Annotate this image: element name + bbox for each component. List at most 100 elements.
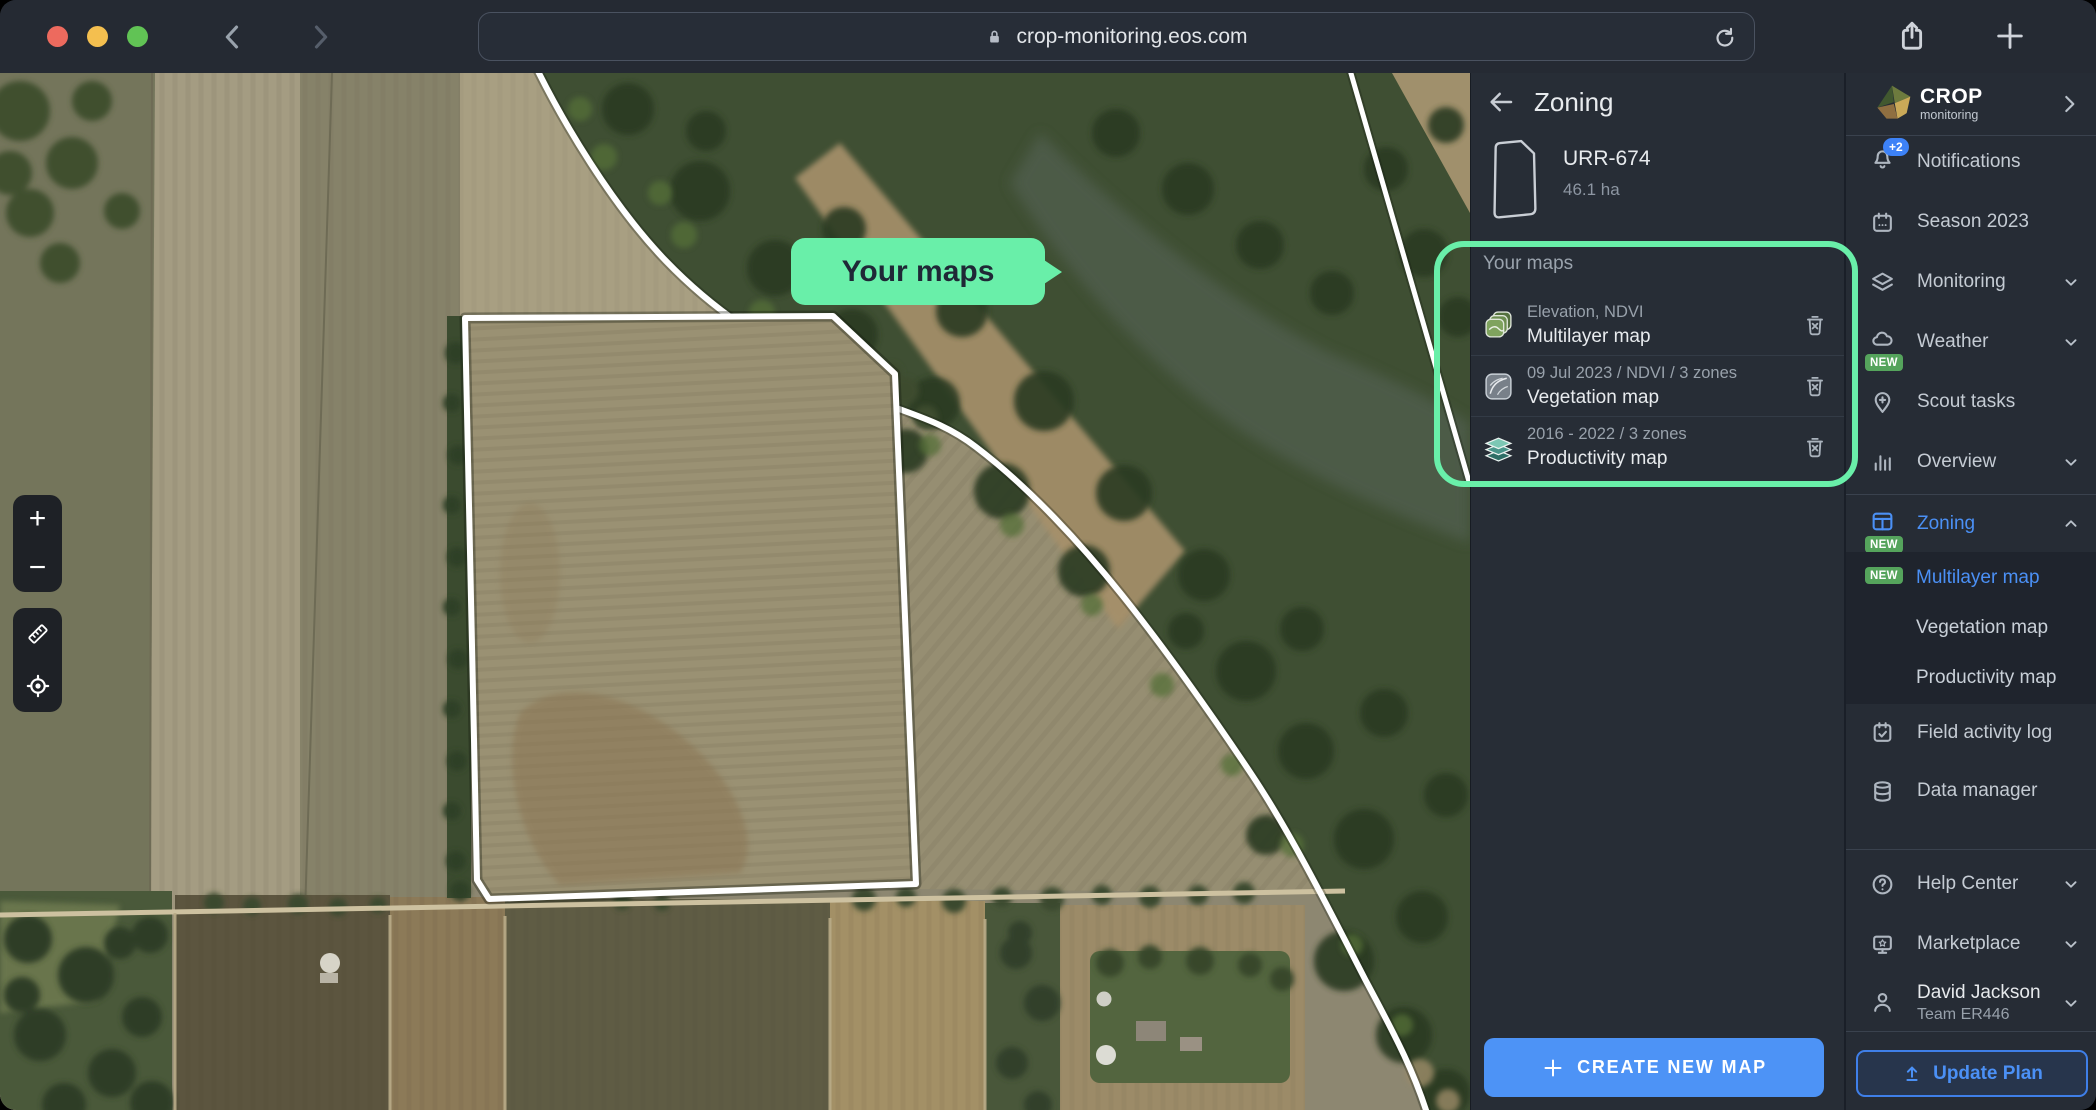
calendar-icon — [1870, 210, 1895, 235]
logo-subtitle: monitoring — [1920, 109, 1983, 122]
submenu-item-productivity-map[interactable]: Productivity map — [1846, 653, 2096, 703]
delete-map-icon[interactable] — [1802, 312, 1828, 338]
sidebar-item-field-activity-log[interactable]: Field activity log — [1846, 704, 2096, 761]
map-item-subtitle: Elevation, NDVI — [1527, 303, 1651, 322]
zoning-submenu: NEW Multilayer map Vegetation map Produc… — [1846, 552, 2096, 704]
your-maps-list: Elevation, NDVI Multilayer map 09 Jul 20… — [1471, 295, 1844, 478]
forward-icon[interactable] — [303, 20, 337, 54]
multilayer-map-icon — [1483, 310, 1514, 341]
zoning-grid-icon — [1870, 509, 1895, 534]
submenu-item-multilayer-map[interactable]: NEW Multilayer map — [1846, 553, 2096, 603]
user-team: Team ER446 — [1917, 1007, 2041, 1023]
satellite-imagery — [0, 73, 1470, 1110]
map-item-subtitle: 09 Jul 2023 / NDVI / 3 zones — [1527, 364, 1737, 383]
cloud-icon — [1870, 327, 1895, 352]
logo-title: CROP — [1920, 86, 1983, 107]
sidebar-item-data-manager[interactable]: Data manager — [1846, 761, 2096, 821]
field-area: 46.1 ha — [1563, 180, 1651, 200]
callout-text: Your maps — [842, 255, 995, 289]
layers-icon — [1870, 270, 1895, 295]
chevron-down-icon — [2060, 451, 2082, 473]
new-badge: NEW — [1865, 567, 1903, 584]
browser-window: crop-monitoring.eos.com — [0, 0, 2096, 1110]
share-icon[interactable] — [1895, 19, 1929, 53]
marketplace-monitor-icon — [1870, 932, 1895, 957]
chevron-down-icon — [2060, 992, 2082, 1014]
field-boundary[interactable] — [465, 316, 916, 899]
main-sidebar: CROP monitoring +2 Notifications Season … — [1844, 73, 2096, 1110]
your-maps-callout: Your maps — [791, 238, 1045, 305]
your-maps-section-label: Your maps — [1483, 253, 1573, 275]
notification-count-badge: +2 — [1883, 138, 1909, 156]
map-list-item-productivity[interactable]: 2016 - 2022 / 3 zones Productivity map — [1471, 417, 1844, 478]
sidebar-item-weather[interactable]: NEW Weather — [1846, 312, 2096, 372]
field-name: URR-674 — [1563, 147, 1651, 171]
map-item-title: Productivity map — [1527, 448, 1687, 470]
vegetation-map-icon — [1483, 371, 1514, 402]
person-icon — [1870, 990, 1895, 1015]
map-item-subtitle: 2016 - 2022 / 3 zones — [1527, 425, 1687, 444]
help-circle-icon — [1870, 872, 1895, 897]
new-badge: NEW — [1865, 536, 1903, 553]
bar-chart-icon — [1870, 450, 1895, 475]
back-arrow-icon[interactable] — [1486, 87, 1516, 117]
measure-ruler-button[interactable] — [13, 611, 62, 657]
zoom-in-button[interactable]: + — [13, 496, 62, 542]
chevron-up-icon — [2060, 513, 2082, 535]
crop-monitoring-logo-icon — [1870, 82, 1914, 126]
productivity-map-icon — [1483, 432, 1514, 463]
panel-title: Zoning — [1534, 87, 1614, 118]
sidebar-item-zoning[interactable]: NEW Zoning — [1846, 496, 2096, 552]
farmstead — [1090, 945, 1294, 1083]
reload-icon[interactable] — [1712, 24, 1738, 50]
sidebar-item-marketplace[interactable]: Marketplace — [1846, 914, 2096, 974]
zoning-panel: Zoning URR-674 46.1 ha Your maps — [1470, 73, 1844, 1110]
new-badge: NEW — [1865, 354, 1903, 371]
map-list-item-multilayer[interactable]: Elevation, NDVI Multilayer map — [1471, 295, 1844, 356]
delete-map-icon[interactable] — [1802, 373, 1828, 399]
sidebar-item-help-center[interactable]: Help Center — [1846, 854, 2096, 914]
chevron-down-icon — [2060, 933, 2082, 955]
satellite-map[interactable]: + − — [0, 73, 1470, 1110]
minimize-window-button[interactable] — [87, 26, 108, 47]
app-logo[interactable]: CROP monitoring — [1846, 73, 2096, 135]
locate-me-button[interactable] — [13, 663, 62, 709]
plus-icon — [1541, 1056, 1565, 1080]
clipboard-check-icon — [1870, 720, 1895, 745]
close-window-button[interactable] — [47, 26, 68, 47]
submenu-item-vegetation-map[interactable]: Vegetation map — [1846, 603, 2096, 653]
chevron-down-icon — [2060, 331, 2082, 353]
zoom-controls: + − — [13, 495, 62, 592]
maximize-window-button[interactable] — [127, 26, 148, 47]
chevron-down-icon — [2060, 873, 2082, 895]
map-item-title: Multilayer map — [1527, 326, 1651, 348]
user-name: David Jackson — [1917, 982, 2041, 1005]
chevron-down-icon — [2060, 271, 2082, 293]
update-plan-button[interactable]: Update Plan — [1856, 1050, 2088, 1097]
create-new-map-button[interactable]: CREATE NEW MAP — [1484, 1038, 1824, 1097]
sidebar-item-scout-tasks[interactable]: Scout tasks — [1846, 372, 2096, 432]
ruler-icon — [25, 621, 51, 647]
field-card[interactable]: URR-674 46.1 ha — [1483, 137, 1832, 233]
sidebar-item-user-account[interactable]: David Jackson Team ER446 — [1846, 974, 2096, 1031]
database-icon — [1870, 779, 1895, 804]
back-icon[interactable] — [216, 20, 250, 54]
delete-map-icon[interactable] — [1802, 434, 1828, 460]
map-item-title: Vegetation map — [1527, 387, 1737, 409]
sidebar-item-notifications[interactable]: +2 Notifications — [1846, 132, 2096, 192]
map-list-item-vegetation[interactable]: 09 Jul 2023 / NDVI / 3 zones Vegetation … — [1471, 356, 1844, 417]
field-shape-icon — [1483, 137, 1543, 221]
pin-plus-icon — [1870, 390, 1895, 415]
browser-toolbar: crop-monitoring.eos.com — [0, 0, 2096, 73]
map-tools — [13, 608, 62, 712]
upload-arrow-icon — [1901, 1063, 1923, 1085]
url-text: crop-monitoring.eos.com — [1016, 25, 1247, 49]
sidebar-item-monitoring[interactable]: Monitoring — [1846, 252, 2096, 312]
address-bar[interactable]: crop-monitoring.eos.com — [478, 12, 1755, 61]
new-tab-icon[interactable] — [1993, 19, 2027, 53]
sidebar-item-season[interactable]: Season 2023 — [1846, 192, 2096, 252]
sidebar-item-overview[interactable]: Overview — [1846, 432, 2096, 492]
lock-icon — [985, 26, 1004, 48]
zoom-out-button[interactable]: − — [13, 545, 62, 591]
collapse-sidebar-icon[interactable] — [2056, 91, 2082, 117]
